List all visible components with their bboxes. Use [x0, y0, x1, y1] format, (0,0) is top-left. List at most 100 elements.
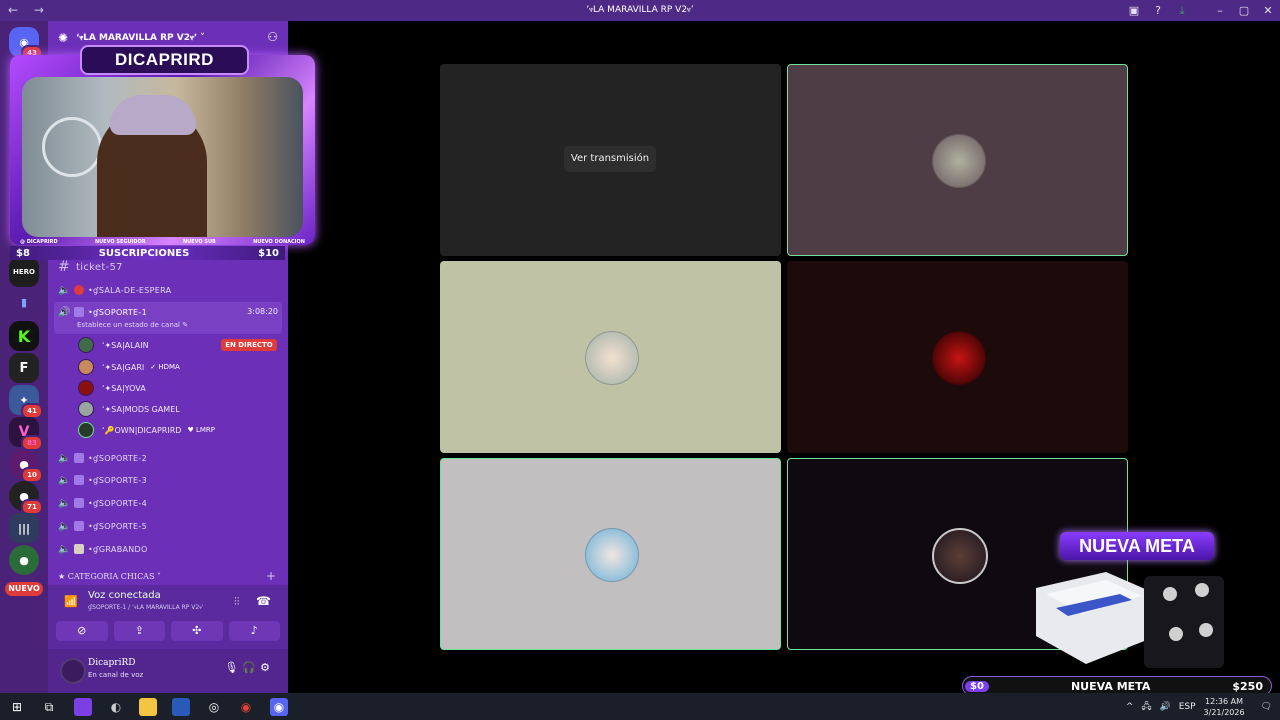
avatar	[78, 422, 94, 438]
clock[interactable]: 12:36 AM 3/21/2026	[1204, 696, 1245, 718]
noise-suppression-icon[interactable]: ⫶⫶	[234, 595, 240, 609]
signal-icon[interactable]: 📶	[64, 595, 78, 608]
user-tag: ♥ LMRP	[187, 426, 215, 434]
channel-soporte-1[interactable]: 🔊 •ɠSOPORTE-1	[58, 302, 147, 322]
channel-emoji-icon	[74, 307, 84, 317]
channel-soporte-5[interactable]: 🔈 •ɠSOPORTE-5	[58, 516, 147, 536]
avatar	[78, 359, 94, 375]
server-bars[interactable]: |||	[9, 513, 39, 543]
server-hero[interactable]: HERO	[9, 257, 39, 287]
maximize-icon[interactable]: ▢	[1232, 4, 1256, 17]
username[interactable]: DicapriRD	[88, 658, 135, 668]
nuevo-pill: NUEVO	[5, 582, 43, 596]
channel-label: •ɠSOPORTE-5	[88, 521, 147, 531]
folder-app-icon[interactable]	[139, 698, 157, 716]
goal-label: NUEVA META	[1070, 679, 1151, 693]
channel-label: •ɠSOPORTE-4	[88, 498, 147, 508]
system-tray: ^ 🖧 🔊 ESP 12:36 AM 3/21/2026 🗨	[1118, 693, 1280, 720]
server-avatar[interactable]: ● 10	[9, 449, 43, 483]
inbox-icon[interactable]: ▣	[1122, 4, 1146, 17]
speaker-icon: 🔊	[58, 306, 71, 318]
language-indicator[interactable]: ESP	[1179, 702, 1196, 712]
server-v[interactable]: V 83	[9, 417, 43, 451]
channel-status[interactable]: Establece un estado de canal ✎	[77, 321, 188, 329]
notification-icon[interactable]: 🗨	[1261, 702, 1272, 712]
voice-status-title[interactable]: Voz conectada	[88, 590, 161, 601]
speaker-icon: 🔈	[58, 497, 71, 509]
category-header[interactable]: ★ CATEGORIA CHICAS ˅	[58, 572, 161, 581]
channel-soporte-2[interactable]: 🔈 •ɠSOPORTE-2	[58, 448, 147, 468]
tray-chevron-icon[interactable]: ^	[1126, 702, 1134, 712]
obs-icon[interactable]: ◎	[205, 698, 223, 716]
invite-icon[interactable]: ⚇	[267, 30, 278, 44]
webcam-overlay: @ DICAPRIRD NUEVO SEGUIDOR NUEVO SUB NUE…	[10, 43, 315, 245]
close-icon[interactable]: ✕	[1256, 4, 1280, 17]
server-name: ʻⳡLA MARAVILLA RP V2ⳡʼ ˅	[76, 33, 205, 43]
speaker-icon: 🔈	[58, 543, 71, 555]
voice-user-name: ʻ✦SA|MODS GAMEL	[102, 404, 180, 414]
avatar	[78, 401, 94, 417]
streamer-banner: DICAPRIRD	[80, 45, 249, 75]
discord-taskbar-icon[interactable]: ◉	[270, 698, 288, 716]
server-k[interactable]: K	[9, 321, 39, 351]
user-tag: ✓ HDMA	[150, 363, 180, 371]
windows-start-icon[interactable]: ⊞	[8, 698, 26, 716]
minimize-icon[interactable]: –	[1208, 4, 1232, 17]
voice-user[interactable]: ʻ✦SA|ALAIN	[78, 335, 149, 355]
video-tile[interactable]	[787, 64, 1128, 256]
voice-user[interactable]: ʻ✦SA|MODS GAMEL	[78, 399, 180, 419]
watch-stream-button[interactable]: Ver transmisión	[564, 146, 656, 172]
voice-user[interactable]: ʻ✦SA|GARI ✓ HDMA	[78, 357, 180, 377]
microphone-icon[interactable]: 🎙	[224, 661, 242, 674]
chrome-icon[interactable]: ◉	[237, 698, 255, 716]
camera-off-button[interactable]: ⊘	[56, 621, 108, 641]
channel-label: •ɠSOPORTE-3	[88, 475, 147, 485]
taskbar: ⊞ ⧉ ◐ ◎ ◉ ◉ ^ 🖧 🔊 ESP 12:36 AM 3/21/2026…	[0, 693, 1280, 720]
channel-label: •ɠSOPORTE-2	[88, 453, 147, 463]
participant-avatar	[584, 528, 639, 582]
speaker-icon: 🔈	[58, 452, 71, 464]
channel-sala[interactable]: 🔈 •ɠSALA-DE-ESPERA	[58, 280, 171, 300]
voice-user-name: ʻ🔑OWN|DICAPRIRD	[102, 425, 182, 435]
headphones-icon[interactable]: 🎧	[242, 661, 260, 674]
video-tile[interactable]	[440, 261, 781, 453]
voice-user[interactable]: ʻ🔑OWN|DICAPRIRD ♥ LMRP	[78, 420, 215, 440]
channel-emoji-icon	[74, 453, 84, 463]
app-icon[interactable]	[74, 698, 92, 716]
channel-ticket[interactable]: # ticket-57	[58, 257, 123, 277]
window-title: ʻⳡLA MARAVILLA RP V2ⳡʼ	[586, 5, 694, 15]
help-icon[interactable]: ?	[1146, 4, 1170, 17]
activities-button[interactable]: ✣	[171, 621, 223, 641]
add-channel-icon[interactable]: +	[266, 569, 276, 583]
volume-icon[interactable]: 🔊	[1159, 702, 1170, 712]
user-panel: DicapriRD En canal de voz 🎙🎧⚙	[48, 649, 288, 693]
folder-icon[interactable]: ▮	[9, 287, 39, 317]
voice-status-subtitle[interactable]: ɠSOPORTE-1 / ʻⳡLA MARAVILLA RP V2ⳡʼ	[88, 604, 204, 612]
avatar[interactable]	[60, 658, 86, 684]
server-dark[interactable]: ● 71	[9, 481, 43, 515]
screen-share-button[interactable]: ⇪	[113, 621, 165, 641]
server-snap[interactable]: ✦ 41	[9, 385, 43, 419]
voice-user[interactable]: ʻ✦SA|YOVA	[78, 378, 146, 398]
network-icon[interactable]: 🖧	[1141, 699, 1151, 715]
gear-icon[interactable]: ⚙	[260, 661, 274, 674]
channel-soporte-3[interactable]: 🔈 •ɠSOPORTE-3	[58, 470, 147, 490]
live-badge: EN DIRECTO	[221, 339, 277, 351]
app-icon[interactable]: ◐	[107, 698, 125, 716]
fan-shape	[42, 117, 102, 177]
channel-soporte-4[interactable]: 🔈 •ɠSOPORTE-4	[58, 493, 147, 513]
channel-label: •ɠSOPORTE-1	[88, 307, 147, 317]
video-tile[interactable]: Ver transmisión	[440, 64, 781, 256]
server-green[interactable]: ●	[9, 545, 39, 575]
disconnect-icon[interactable]: ☎	[256, 594, 271, 608]
app-icon[interactable]	[172, 698, 190, 716]
channel-grabando[interactable]: 🔈 •ɠGRABANDO	[58, 539, 148, 559]
task-view-icon[interactable]: ⧉	[40, 698, 58, 716]
server-f[interactable]: F	[9, 353, 39, 383]
channel-label: ticket-57	[76, 261, 123, 273]
video-tile[interactable]	[787, 261, 1128, 453]
soundboard-button[interactable]: ♪	[228, 621, 280, 641]
user-controls: 🎙🎧⚙	[224, 661, 274, 674]
video-tile[interactable]	[440, 458, 781, 650]
download-icon[interactable]: ⤓	[1170, 4, 1194, 18]
